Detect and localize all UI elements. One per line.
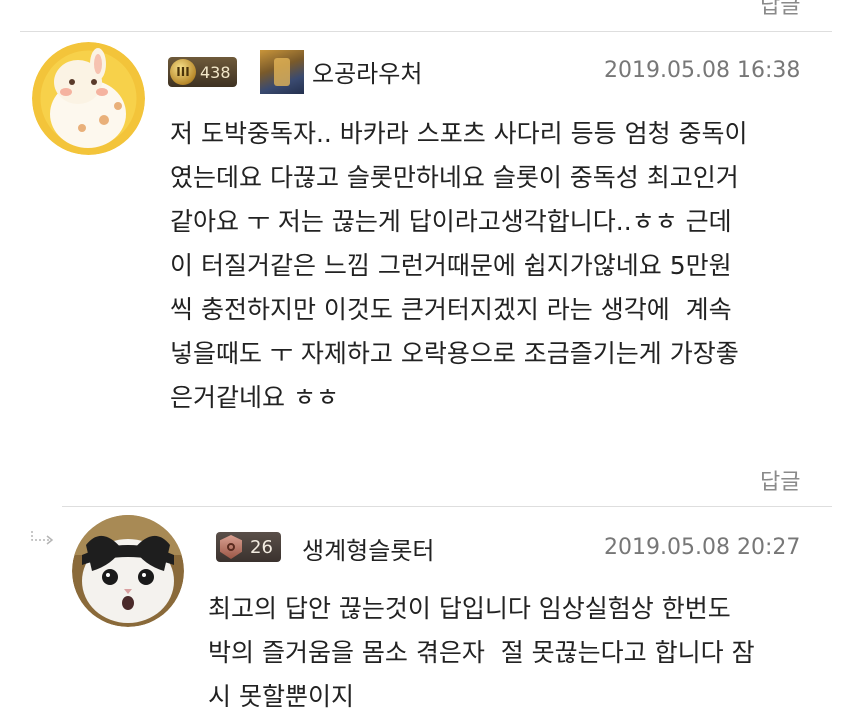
comment-line: 은거같네요 ㅎㅎ [170, 383, 339, 412]
comment-line: 넣을때도 ㅜ 자제하고 오락용으로 조금즐기는게 가장좋 [170, 339, 739, 368]
nickname[interactable]: 생계형슬롯터 [302, 531, 434, 566]
user-icon [260, 50, 304, 94]
comment-body: 저 도박중독자.. 바카라 스포츠 사다리 등등 엄청 중독이 였는데요 다끊고… [170, 112, 820, 420]
comment-2: 26 생계형슬롯터 2019.05.08 20:27 최고의 답안 끊는것이 답… [0, 507, 850, 720]
level-number: 438 [200, 62, 231, 82]
cat-avatar[interactable] [72, 515, 184, 627]
comment-line: 였는데요 다끊고 슬롯만하네요 슬롯이 중독성 최고인거 [170, 163, 739, 192]
comment-line: 이 터질거같은 느낌 그런거때문에 쉽지가않네요 5만원 [170, 251, 732, 280]
comment-1: III 438 오공라우처 2019.05.08 16:38 저 도박중독자..… [0, 32, 850, 507]
reply-arrow-icon [30, 529, 56, 551]
level-emblem-icon: III [170, 59, 196, 85]
comment-date: 2019.05.08 20:27 [604, 535, 801, 560]
comment-line: 같아요 ㅜ 저는 끊는게 답이라고생각합니다..ㅎㅎ 근데 [170, 207, 732, 236]
comment-line: 최고의 답안 끊는것이 답입니다 임상실험상 한번도 [208, 594, 731, 623]
comment-body: 최고의 답안 끊는것이 답입니다 임상실험상 한번도 박의 즐거움을 몸소 겪은… [208, 587, 828, 719]
comment-line: 박의 즐거움을 몸소 겪은자 절 못끊는다고 합니다 잠 [208, 638, 755, 667]
rabbit-avatar[interactable] [32, 42, 145, 155]
comment-line: 시 못할뿐이지 [208, 682, 354, 711]
level-badge: 26 [216, 532, 281, 562]
reply-button[interactable]: 답글 [760, 464, 800, 496]
nickname[interactable]: 오공라우처 [312, 54, 422, 89]
comment-line: 씩 충전하지만 이것도 큰거터지겠지 라는 생각에 계속 [170, 295, 732, 324]
reply-link-top[interactable]: 답글 [760, 0, 800, 20]
level-emblem-icon [220, 535, 242, 559]
level-number: 26 [250, 536, 273, 558]
comment-line: 저 도박중독자.. 바카라 스포츠 사다리 등등 엄청 중독이 [170, 119, 748, 148]
level-badge: III 438 [168, 57, 237, 87]
comment-date: 2019.05.08 16:38 [604, 58, 801, 83]
